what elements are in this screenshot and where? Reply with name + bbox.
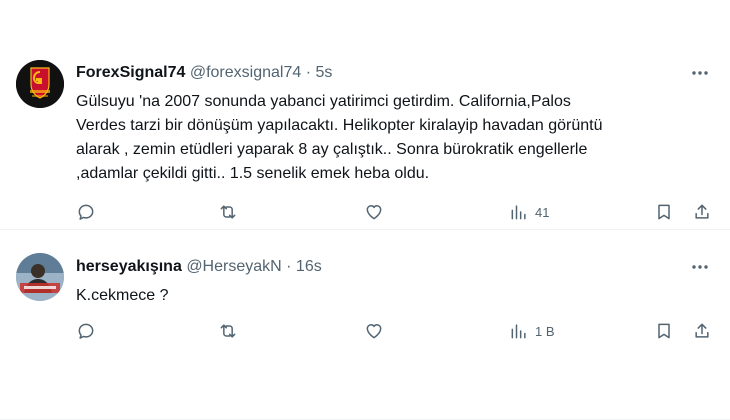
bookmark-button[interactable] [654,319,674,343]
tweet-text: K.cekmece ? [76,287,169,304]
galatasaray-crest-icon [16,60,64,108]
tweet-text: Gülsuyu 'na 2007 sonunda yabanci yatirim… [76,93,603,182]
tweet[interactable]: herseyakışına @HerseyakN · 16s K.cekmece… [0,230,730,420]
reply-button[interactable] [76,200,96,224]
more-options-icon[interactable] [690,63,710,83]
tweet-actions: 41 [76,200,716,224]
bookmark-icon [658,323,670,339]
like-button[interactable] [364,319,384,343]
reply-icon [78,323,94,339]
more-options-icon[interactable] [690,257,710,277]
user-handle[interactable]: @forexsignal74 [190,64,301,81]
separator-dot: · [286,258,292,275]
views-button[interactable]: 41 [509,200,549,224]
analytics-icon [511,324,526,339]
tweet-header: ForexSignal74 @forexsignal74 · 5s [76,63,332,83]
share-button[interactable] [692,319,712,343]
share-icon [695,204,709,219]
timestamp[interactable]: 5s [315,64,332,81]
views-count: 1 B [535,323,555,339]
timestamp[interactable]: 16s [296,258,322,275]
heart-icon [366,324,382,339]
tweet-header: herseyakışına @HerseyakN · 16s [76,257,322,277]
person-photo-icon [16,253,64,301]
avatar[interactable] [16,253,64,301]
bookmark-button[interactable] [654,200,674,224]
reply-icon [78,204,94,220]
reply-button[interactable] [76,319,96,343]
display-name[interactable]: ForexSignal74 [76,64,185,81]
avatar[interactable] [16,60,64,108]
display-name[interactable]: herseyakışına [76,258,182,275]
share-icon [695,323,709,338]
tweet-actions: 1 B [76,319,716,343]
heart-icon [366,205,382,220]
user-handle[interactable]: @HerseyakN [186,258,281,275]
retweet-button[interactable] [218,200,238,224]
bookmark-icon [658,204,670,220]
like-button[interactable] [364,200,384,224]
tweet[interactable]: ForexSignal74 @forexsignal74 · 5s Gülsuy… [0,0,730,230]
views-count: 41 [535,204,550,220]
analytics-icon [511,205,526,220]
views-button[interactable]: 1 B [509,319,555,343]
retweet-icon [220,205,236,219]
retweet-icon [220,324,236,338]
separator-dot: · [305,64,312,81]
retweet-button[interactable] [218,319,238,343]
share-button[interactable] [692,200,712,224]
